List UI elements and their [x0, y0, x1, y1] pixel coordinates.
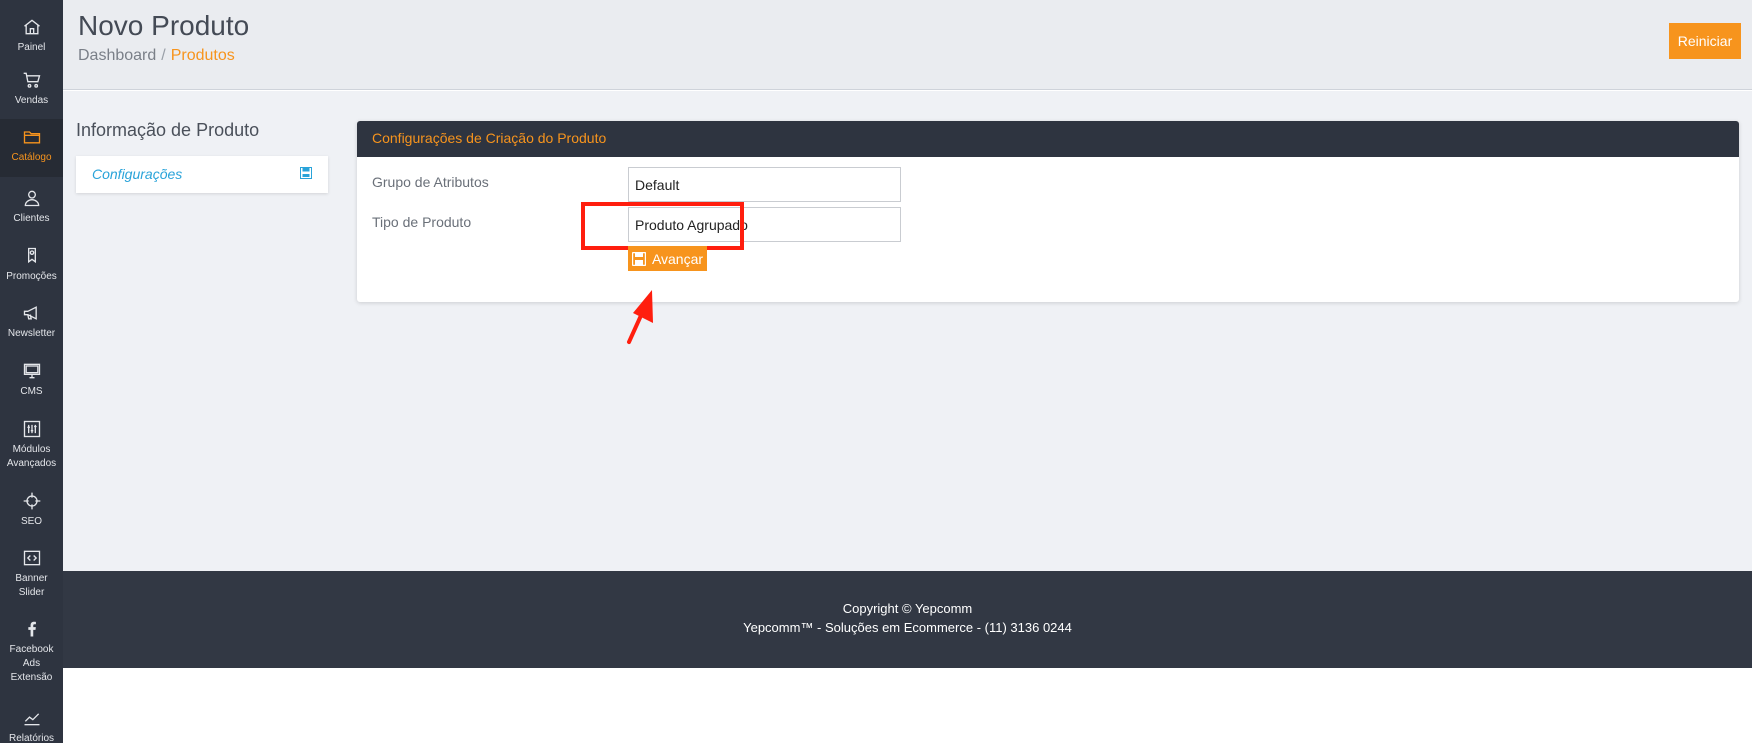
- section-title: Informação de Produto: [76, 120, 260, 140]
- sidebar-item-label: CMS: [20, 386, 43, 397]
- side-nav-card: Configurações: [76, 156, 328, 193]
- sliders-icon: [23, 420, 40, 438]
- sidebar-item-catalogo[interactable]: Catálogo: [0, 119, 63, 177]
- advance-button-label: Avançar: [651, 250, 704, 267]
- sidebar: Painel Vendas Catálogo Clientes Promoçõe…: [0, 0, 63, 743]
- attribute-group-label: Grupo de Atributos: [372, 174, 489, 190]
- sidebar-item-label: Facebook Ads Extensão: [9, 644, 54, 683]
- sidebar-item-promocoes[interactable]: Promoções: [0, 246, 63, 284]
- save-icon: [300, 167, 312, 179]
- breadcrumb-dashboard[interactable]: Dashboard: [78, 47, 156, 64]
- ribbon-icon: [27, 247, 36, 264]
- megaphone-icon: [23, 306, 37, 320]
- sidebar-item-newsletter[interactable]: Newsletter: [0, 303, 63, 341]
- sidebar-item-label: Módulos Avançados: [6, 444, 57, 469]
- sidebar-item-vendas[interactable]: Vendas: [0, 70, 63, 108]
- home-icon: [23, 19, 40, 35]
- configuracoes-link[interactable]: Configurações: [92, 166, 182, 182]
- annotation-highlight-box: [581, 202, 744, 250]
- sidebar-item-label: Relatórios: [8, 733, 55, 743]
- sidebar-item-label: Painel: [17, 42, 46, 53]
- sidebar-item-facebook-ads[interactable]: Facebook Ads Extensão: [0, 619, 63, 685]
- sidebar-item-seo[interactable]: SEO: [0, 491, 63, 529]
- sidebar-item-banner-slider[interactable]: Banner Slider: [0, 548, 63, 600]
- folder-icon: [23, 131, 40, 144]
- breadcrumb-separator: /: [161, 47, 166, 64]
- footer: Copyright © Yepcomm Yepcomm™ - Soluções …: [63, 571, 1752, 668]
- main-content: Informação de Produto Configurações Conf…: [63, 91, 1752, 571]
- page-title: Novo Produto: [78, 10, 250, 41]
- sidebar-item-label: Banner Slider: [15, 573, 48, 598]
- code-icon: [23, 550, 40, 566]
- reset-button[interactable]: Reiniciar: [1669, 23, 1741, 59]
- page-header: Novo Produto Dashboard / Produtos Reinicia…: [63, 0, 1752, 90]
- facebook-icon: [27, 621, 36, 637]
- sidebar-item-label: Clientes: [13, 213, 50, 224]
- cart-icon: [23, 72, 40, 88]
- breadcrumb-produtos[interactable]: Produtos: [171, 47, 235, 64]
- save-icon: [631, 251, 646, 266]
- breadcrumb: Dashboard / Produtos: [78, 47, 235, 65]
- sidebar-item-modulos[interactable]: Módulos Avançados: [0, 419, 63, 471]
- sidebar-item-label: Vendas: [14, 95, 49, 106]
- sidebar-item-label: SEO: [20, 516, 43, 527]
- product-creation-panel: Configurações de Criação do Produto Grup…: [357, 121, 1739, 302]
- sidebar-item-label: Newsletter: [7, 328, 56, 339]
- sidebar-item-painel[interactable]: Painel: [0, 17, 63, 55]
- advance-button[interactable]: Avançar: [628, 246, 707, 271]
- annotation-arrow: [627, 290, 653, 344]
- attribute-group-field[interactable]: [628, 167, 901, 202]
- footer-tagline: Yepcomm™ - Soluções em Ecommerce - (11) …: [743, 620, 1072, 635]
- sidebar-item-relatorios[interactable]: Relatórios: [0, 708, 63, 743]
- monitor-icon: [23, 363, 40, 379]
- panel-title: Configurações de Criação do Produto: [357, 121, 1739, 157]
- trend-icon: [24, 713, 39, 726]
- footer-copyright: Copyright © Yepcomm: [842, 601, 973, 616]
- sidebar-item-label: Promoções: [6, 271, 57, 282]
- product-type-label: Tipo de Produto: [372, 214, 472, 230]
- sidebar-item-clientes[interactable]: Clientes: [0, 188, 63, 226]
- crosshair-icon: [23, 492, 40, 510]
- user-icon: [24, 190, 39, 207]
- sidebar-item-cms[interactable]: CMS: [0, 361, 63, 399]
- sidebar-item-label: Catálogo: [11, 152, 52, 163]
